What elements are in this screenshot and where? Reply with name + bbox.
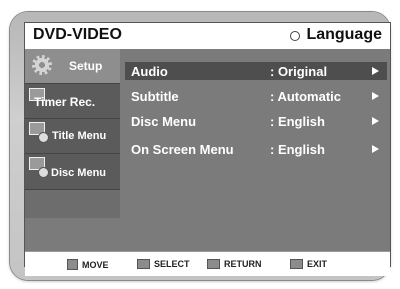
arrow-right-icon [372,92,379,100]
menu-row-label: Audio [131,64,168,79]
menu-row-value: : Automatic [270,89,342,104]
menu-row-label: Disc Menu [131,114,197,129]
exit-icon [290,259,303,269]
sidebar-item-timer-rec[interactable]: Timer Rec. [25,84,120,119]
sidebar-item-title-menu[interactable]: Title Menu [25,119,120,154]
select-icon [137,259,150,269]
menu-row-label: On Screen Menu [131,142,234,157]
return-icon [207,259,220,269]
menu-row-subtitle[interactable]: Subtitle : Automatic [125,87,387,105]
guide-label: MOVE [82,259,109,270]
menu-row-value: : English [270,114,325,129]
guide-label: RETURN [224,259,262,269]
guide-exit: EXIT [290,259,327,269]
page-title: DVD-VIDEO [33,26,122,43]
menu-row-value: : Original [270,64,328,79]
sidebar: Setup Timer Rec. Title Menu Disc Menu [25,49,120,218]
guide-label: SELECT [154,259,190,269]
button-guide: MOVE SELECT RETURN EXIT [25,251,390,276]
guide-label: EXIT [307,259,328,269]
sidebar-item-disc-menu[interactable]: Disc Menu [25,154,120,190]
sidebar-item-label: Timer Rec. [34,95,96,109]
guide-select: SELECT [137,259,190,269]
arrow-right-icon [372,145,379,153]
arrow-right-icon [372,67,379,75]
arrow-right-icon [372,117,379,125]
sidebar-item-setup[interactable]: Setup [25,49,120,84]
section-title: Language [306,26,382,43]
section-indicator: Language [290,26,382,44]
sidebar-item-label: Title Menu [52,130,107,142]
menu-row-on-screen-menu[interactable]: On Screen Menu : English [125,140,387,158]
sidebar-item-label: Disc Menu [51,167,107,179]
circle-icon [290,31,301,41]
guide-move: MOVE [67,259,109,270]
disc-icon [38,167,49,178]
disc-icon [38,132,49,143]
osd-header: DVD-VIDEO Language [25,23,390,49]
menu-row-label: Subtitle [131,89,179,104]
menu-row-value: : English [270,142,325,157]
gear-icon [32,55,52,75]
osd-screen: DVD-VIDEO Language Setup Timer Rec. Titl… [24,22,391,276]
menu-row-disc-menu[interactable]: Disc Menu : English [125,112,387,130]
menu-row-audio[interactable]: Audio : Original [125,62,387,80]
sidebar-item-label: Setup [69,59,103,73]
move-icon [67,259,78,270]
guide-return: RETURN [207,259,262,269]
